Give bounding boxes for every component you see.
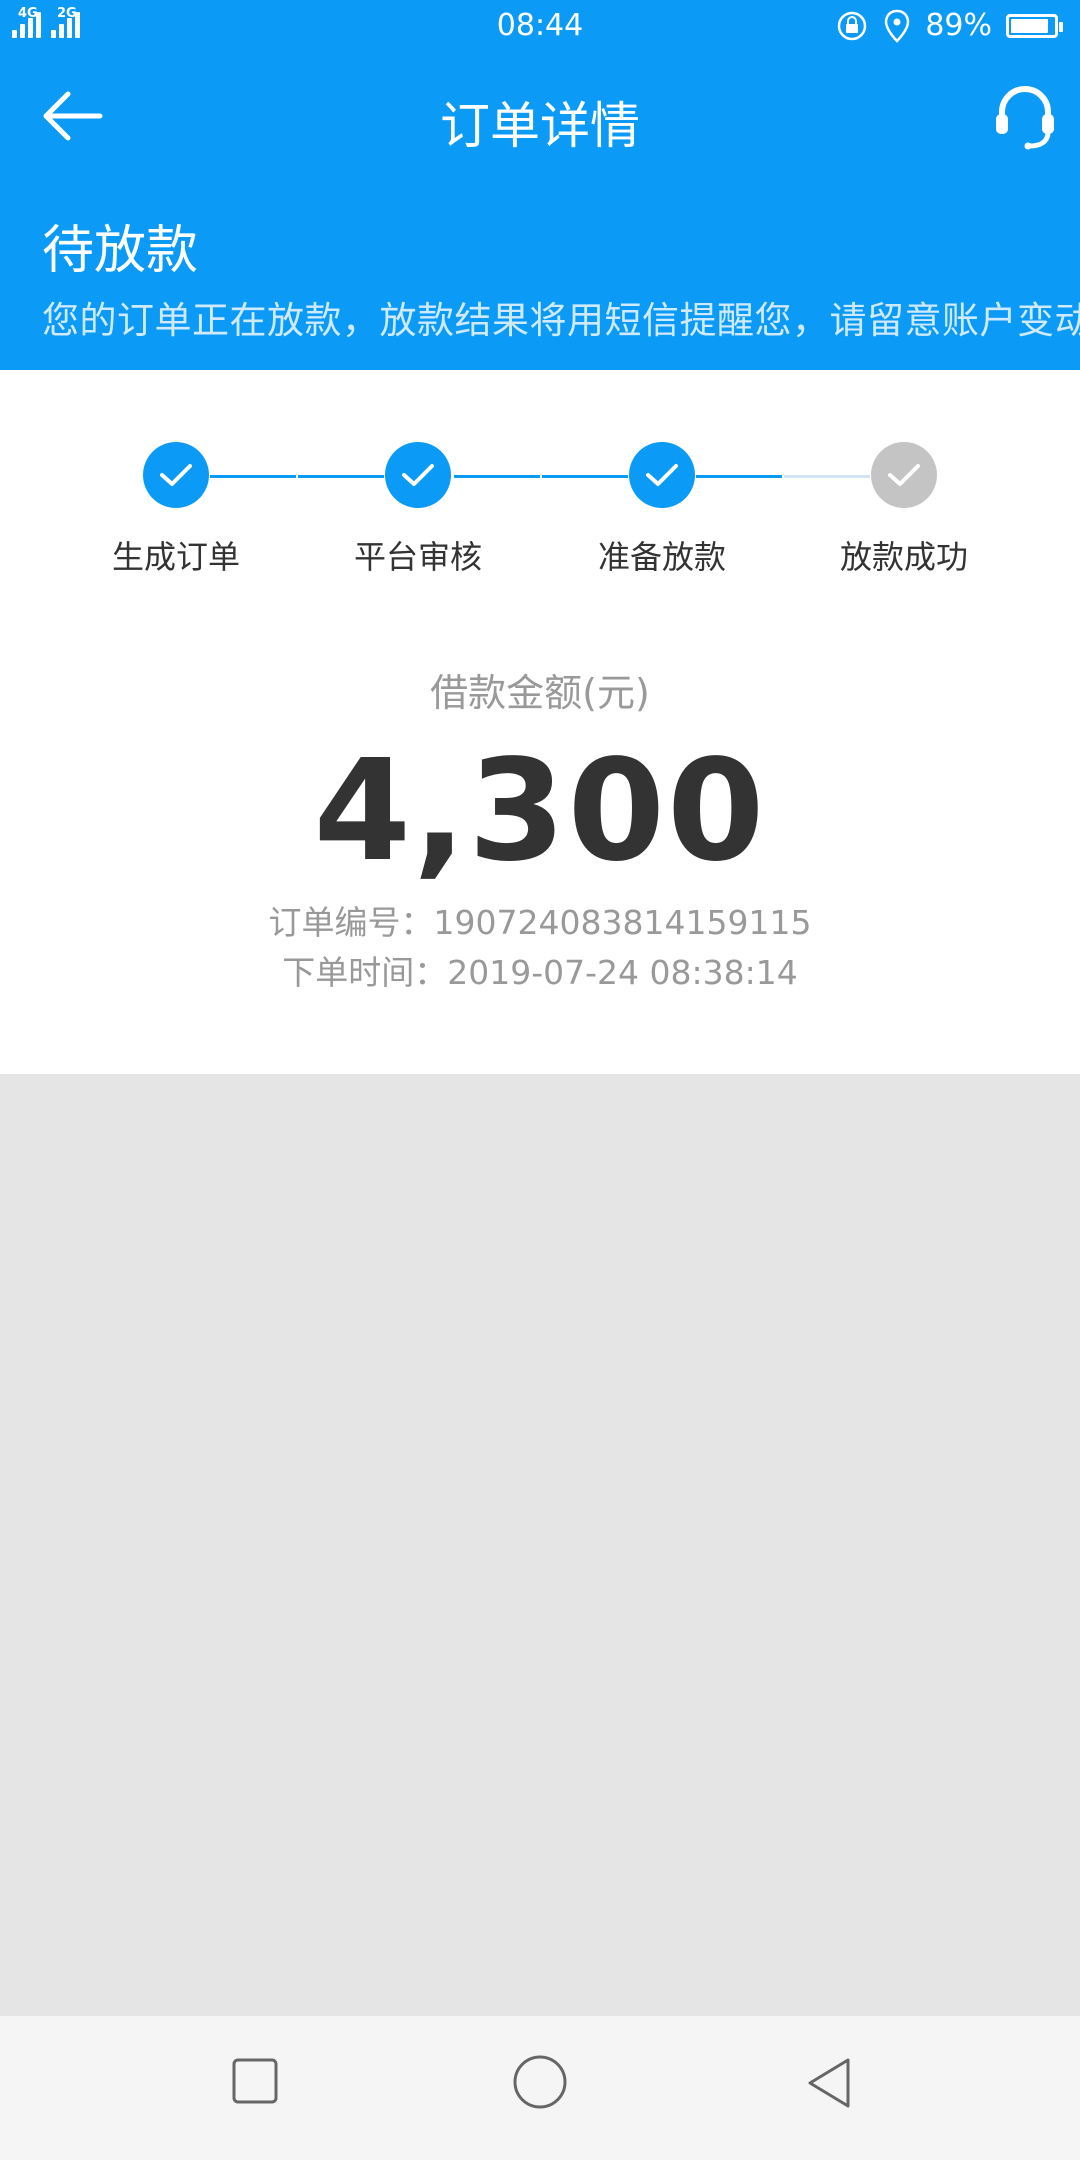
system-navigation-bar [0, 2016, 1080, 2160]
battery-icon [1006, 13, 1063, 38]
step-status-circle [871, 442, 937, 508]
step-label: 放款成功 [839, 538, 968, 576]
loan-amount: 4,300 [313, 730, 767, 893]
checkmark-icon [888, 464, 920, 486]
checkmark-icon [402, 464, 434, 486]
order-time-value: 2019-07-24 08:38:14 [447, 953, 798, 992]
order-status-description: 您的订单正在放款，放款结果将用短信提醒您，请留意账户变动 [42, 299, 1080, 342]
order-detail-card: 生成订单 平台审核 准备放款 放款成功 借款金额(元) 4,300 订单编号：1… [0, 370, 1080, 1074]
circle-icon [513, 2055, 567, 2109]
progress-steps: 生成订单 平台审核 准备放款 放款成功 [0, 370, 1080, 590]
step-label: 准备放款 [597, 538, 726, 576]
headset-icon [996, 86, 1054, 150]
navigation-bar: 订单详情 [0, 56, 1080, 180]
location-icon [885, 9, 910, 43]
step-label: 生成订单 [111, 538, 240, 576]
order-time-label: 下单时间： [282, 953, 448, 992]
step-status-circle [385, 442, 451, 508]
order-number-label: 订单编号： [268, 903, 434, 942]
step-create-order: 生成订单 [76, 442, 276, 578]
loan-amount-label: 借款金额(元) [430, 671, 650, 715]
home-button[interactable] [512, 2054, 568, 2114]
order-time-row: 下单时间：2019-07-24 08:38:14 [0, 946, 1080, 994]
checkmark-icon [160, 464, 192, 486]
step-prepare-disbursement: 准备放款 [562, 442, 762, 578]
step-status-circle [143, 442, 209, 508]
customer-service-button[interactable] [992, 84, 1058, 150]
status-icons: 89% [835, 8, 1063, 43]
system-back-button[interactable] [804, 2056, 854, 2114]
battery-percent: 89% [925, 8, 992, 43]
step-platform-review: 平台审核 [318, 442, 518, 578]
step-disbursement-success: 放款成功 [804, 442, 1004, 578]
square-icon [232, 2058, 278, 2104]
battery-level [1011, 18, 1048, 33]
order-status-title: 待放款 [42, 221, 199, 281]
rotation-lock-icon [838, 11, 867, 40]
order-number-row: 订单编号：190724083814159115 [0, 896, 1080, 944]
page-title: 订单详情 [440, 97, 640, 155]
checkmark-icon [646, 464, 678, 486]
status-bar: 4G 2G 08:44 89% [0, 0, 1080, 56]
recent-apps-button[interactable] [232, 2058, 278, 2108]
order-number-value: 190724083814159115 [433, 903, 812, 942]
step-label: 平台审核 [353, 538, 482, 576]
triangle-back-icon [808, 2058, 850, 2108]
step-status-circle [629, 442, 695, 508]
